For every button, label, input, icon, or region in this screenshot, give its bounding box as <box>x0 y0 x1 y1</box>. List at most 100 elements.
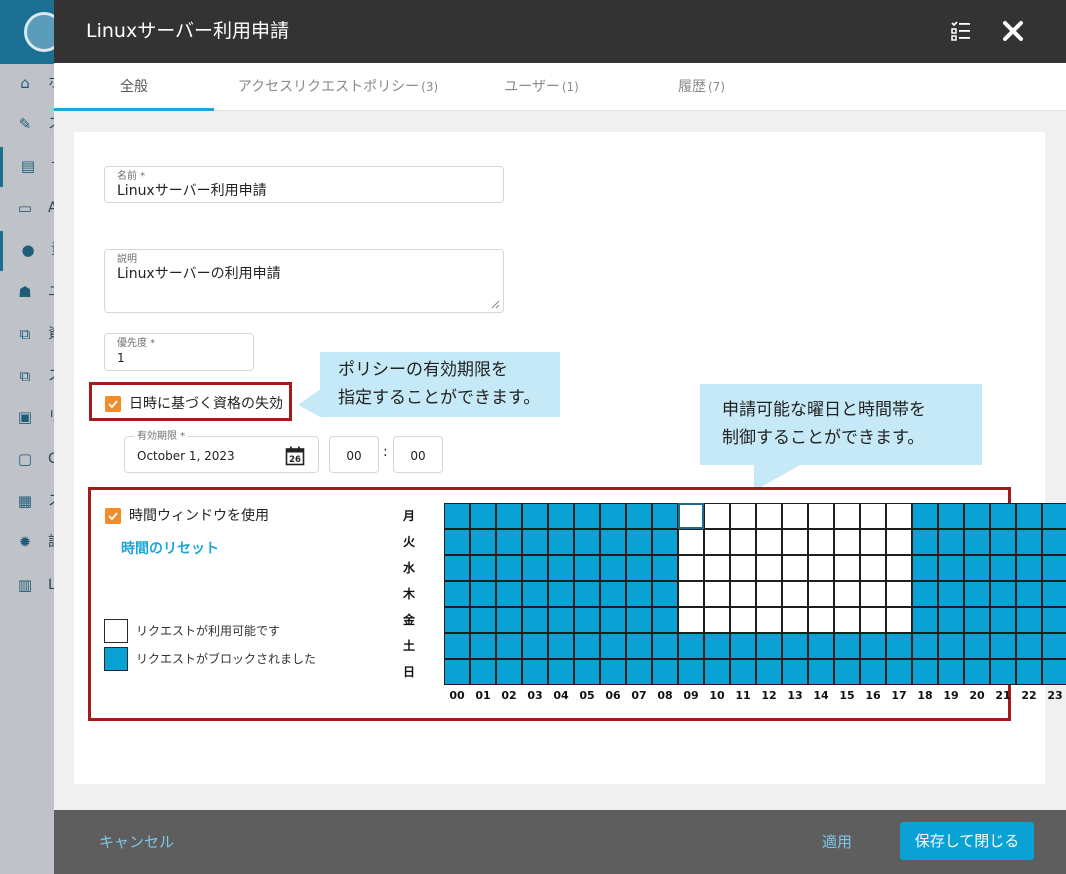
schedule-cell[interactable] <box>678 529 704 555</box>
schedule-cell[interactable] <box>548 581 574 607</box>
schedule-cell[interactable] <box>938 555 964 581</box>
schedule-cell[interactable] <box>834 555 860 581</box>
schedule-cell[interactable] <box>626 503 652 529</box>
schedule-cell[interactable] <box>730 529 756 555</box>
schedule-cell[interactable] <box>756 659 782 685</box>
schedule-cell[interactable] <box>574 529 600 555</box>
schedule-cell[interactable] <box>600 555 626 581</box>
schedule-cell[interactable] <box>782 581 808 607</box>
schedule-cell[interactable] <box>626 659 652 685</box>
schedule-cell[interactable] <box>574 503 600 529</box>
schedule-cell[interactable] <box>444 529 470 555</box>
sidebar-item[interactable]: ⌂ホ <box>0 64 62 104</box>
schedule-cell[interactable] <box>704 529 730 555</box>
expiry-minute-field[interactable]: 00 <box>393 436 443 473</box>
schedule-cell[interactable] <box>548 503 574 529</box>
schedule-cell[interactable] <box>444 503 470 529</box>
schedule-cell[interactable] <box>574 633 600 659</box>
schedule-cell[interactable] <box>886 555 912 581</box>
schedule-cell[interactable] <box>626 529 652 555</box>
schedule-cell[interactable] <box>678 633 704 659</box>
schedule-cell[interactable] <box>912 503 938 529</box>
schedule-cell[interactable] <box>496 659 522 685</box>
schedule-cell[interactable] <box>782 607 808 633</box>
save-and-close-button[interactable]: 保存して閉じる <box>900 822 1034 860</box>
tab-access-request-policy[interactable]: アクセスリクエストポリシー (3) <box>228 63 448 111</box>
schedule-cell[interactable] <box>990 555 1016 581</box>
schedule-cell[interactable] <box>1042 503 1066 529</box>
schedule-cell[interactable] <box>522 529 548 555</box>
schedule-cell[interactable] <box>860 529 886 555</box>
expiry-hour-field[interactable]: 00 <box>329 436 379 473</box>
schedule-cell[interactable] <box>652 555 678 581</box>
schedule-cell[interactable] <box>1016 529 1042 555</box>
schedule-cell[interactable] <box>1016 659 1042 685</box>
tab-users[interactable]: ユーザー (1) <box>474 63 609 111</box>
schedule-cell[interactable] <box>574 555 600 581</box>
schedule-cell[interactable] <box>496 633 522 659</box>
schedule-cell[interactable] <box>886 503 912 529</box>
schedule-cell[interactable] <box>1016 581 1042 607</box>
schedule-cell[interactable] <box>626 633 652 659</box>
schedule-cell[interactable] <box>782 503 808 529</box>
sidebar-item[interactable]: ⧉資 <box>0 315 62 355</box>
sidebar-item[interactable]: ☗ユ <box>0 273 62 313</box>
schedule-cell[interactable] <box>990 581 1016 607</box>
schedule-cell[interactable] <box>756 503 782 529</box>
schedule-cell[interactable] <box>886 607 912 633</box>
schedule-cell[interactable] <box>574 581 600 607</box>
schedule-cell[interactable] <box>912 555 938 581</box>
schedule-cell[interactable] <box>574 607 600 633</box>
sidebar-item[interactable]: ▣リ <box>0 398 62 438</box>
schedule-cell[interactable] <box>938 633 964 659</box>
schedule-cell[interactable] <box>808 555 834 581</box>
schedule-cell[interactable] <box>652 633 678 659</box>
schedule-cell[interactable] <box>730 555 756 581</box>
schedule-cell[interactable] <box>470 659 496 685</box>
schedule-cell[interactable] <box>730 581 756 607</box>
schedule-cell[interactable] <box>652 607 678 633</box>
schedule-cell[interactable] <box>548 555 574 581</box>
schedule-cell[interactable] <box>1042 633 1066 659</box>
apply-button[interactable]: 適用 <box>822 832 852 852</box>
schedule-cell[interactable] <box>860 607 886 633</box>
sidebar-item[interactable]: ▥ L <box>0 566 60 606</box>
schedule-cell[interactable] <box>964 607 990 633</box>
schedule-cell[interactable] <box>912 529 938 555</box>
schedule-cell[interactable] <box>860 633 886 659</box>
schedule-cell[interactable] <box>652 581 678 607</box>
schedule-cell[interactable] <box>704 555 730 581</box>
schedule-cell[interactable] <box>548 633 574 659</box>
schedule-cell[interactable] <box>782 529 808 555</box>
schedule-cell[interactable] <box>600 607 626 633</box>
schedule-cell[interactable] <box>990 659 1016 685</box>
schedule-cell[interactable] <box>808 659 834 685</box>
schedule-cell[interactable] <box>470 503 496 529</box>
sidebar-item[interactable]: ▦ス <box>0 482 62 522</box>
schedule-cell[interactable] <box>912 581 938 607</box>
schedule-cell[interactable] <box>496 529 522 555</box>
schedule-cell[interactable] <box>548 529 574 555</box>
schedule-cell[interactable] <box>470 607 496 633</box>
schedule-cell[interactable] <box>444 659 470 685</box>
schedule-cell[interactable] <box>626 555 652 581</box>
schedule-cell[interactable] <box>938 659 964 685</box>
schedule-cell[interactable] <box>808 529 834 555</box>
schedule-cell[interactable] <box>756 607 782 633</box>
schedule-cell[interactable] <box>600 659 626 685</box>
sidebar-item[interactable]: ▤サ <box>0 147 65 187</box>
schedule-cell[interactable] <box>730 633 756 659</box>
app-logo[interactable] <box>0 0 64 64</box>
schedule-cell[interactable] <box>964 529 990 555</box>
schedule-cell[interactable] <box>860 555 886 581</box>
schedule-cell[interactable] <box>912 633 938 659</box>
sidebar-item[interactable]: ▢ C <box>0 440 60 480</box>
schedule-cell[interactable] <box>470 529 496 555</box>
schedule-cell[interactable] <box>522 555 548 581</box>
schedule-cell[interactable] <box>1042 659 1066 685</box>
schedule-cell[interactable] <box>964 555 990 581</box>
schedule-cell[interactable] <box>886 659 912 685</box>
schedule-cell[interactable] <box>912 607 938 633</box>
schedule-cell[interactable] <box>626 607 652 633</box>
schedule-cell[interactable] <box>756 529 782 555</box>
